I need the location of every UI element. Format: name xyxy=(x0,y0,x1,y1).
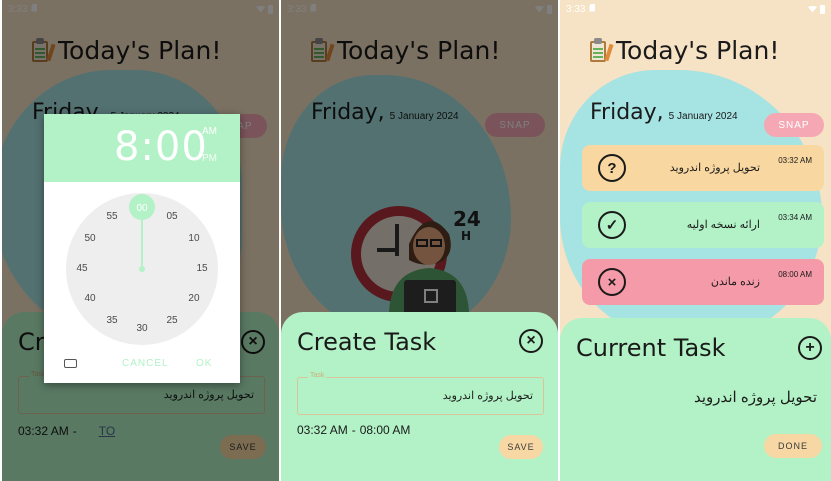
clock-face[interactable]: 00 05 10 15 20 25 30 35 40 45 50 55 xyxy=(66,193,218,345)
question-icon[interactable]: ? xyxy=(598,154,626,182)
task-input-value: تحویل پروژه اندروید xyxy=(442,390,533,402)
task-card[interactable]: × زنده ماندن 08:00 AM xyxy=(582,259,824,305)
close-circle-icon[interactable]: × xyxy=(519,329,543,353)
am-toggle[interactable]: AM xyxy=(202,126,217,137)
save-button[interactable]: SAVE xyxy=(499,435,543,459)
current-task-title: Current Task xyxy=(576,334,726,362)
task-name: زنده ماندن xyxy=(710,276,760,288)
task-name: تحویل پروژه اندروید xyxy=(669,162,760,174)
time-range: 03:32 AM - 08:00 AM xyxy=(297,423,410,437)
current-task-sheet: Current Task + تحویل پروژه اندروید DONE xyxy=(560,318,831,481)
ok-button[interactable]: OK xyxy=(196,358,212,369)
day-label: Friday, xyxy=(590,100,664,125)
time-separator: - xyxy=(351,423,356,437)
clock-number[interactable]: 50 xyxy=(80,232,100,246)
pm-toggle[interactable]: PM xyxy=(202,153,217,164)
end-time[interactable]: 08:00 AM xyxy=(360,423,411,437)
create-task-sheet: Create Task × Task تحویل پروژه اندروید 0… xyxy=(281,312,558,481)
date-label: 5 January 2024 xyxy=(668,111,738,122)
sd-card-icon xyxy=(589,3,596,12)
current-task-name: تحویل پروژه اندروید xyxy=(693,389,817,406)
clock-number[interactable]: 15 xyxy=(192,262,212,276)
clock-number[interactable]: 30 xyxy=(132,322,152,336)
task-card[interactable]: ✓ ارائه نسخه اولیه 03:34 AM xyxy=(582,202,824,248)
screen-create-task: 3:33 Today's Plan! Friday, 5 January 202… xyxy=(281,0,558,481)
add-circle-icon[interactable]: + xyxy=(798,336,822,360)
time-picker-header: 8:00 AM PM xyxy=(44,114,240,182)
clock-number[interactable]: 25 xyxy=(162,314,182,328)
task-name: ارائه نسخه اولیه xyxy=(686,219,760,231)
clock-number[interactable]: 55 xyxy=(102,210,122,224)
snap-button[interactable]: SNAP xyxy=(764,113,824,137)
check-icon[interactable]: ✓ xyxy=(598,211,626,239)
keyboard-icon[interactable] xyxy=(64,359,77,368)
clock-number[interactable]: 10 xyxy=(184,232,204,246)
task-time: 03:32 AM xyxy=(778,156,812,165)
screenshots-strip: 3:33 Today's Plan! Friday, 5 January 202… xyxy=(0,0,831,481)
clock-number[interactable]: 35 xyxy=(102,314,122,328)
wifi-icon xyxy=(808,5,817,13)
clock-number[interactable]: 05 xyxy=(162,210,182,224)
clock-number[interactable]: 45 xyxy=(72,262,92,276)
task-input[interactable]: Task تحویل پروژه اندروید xyxy=(297,372,544,415)
clock-center xyxy=(139,266,145,272)
clock-number[interactable]: 00 xyxy=(132,202,152,216)
create-task-title: Create Task xyxy=(297,328,437,356)
selected-time[interactable]: 8:00 xyxy=(114,124,208,170)
start-time[interactable]: 03:32 AM xyxy=(297,423,348,437)
clipboard-icon xyxy=(588,38,614,63)
task-time: 08:00 AM xyxy=(778,270,812,279)
task-card[interactable]: ? تحویل پروژه اندروید 03:32 AM xyxy=(582,145,824,191)
status-bar: 3:33 xyxy=(560,0,831,18)
task-time: 03:34 AM xyxy=(778,213,812,222)
screen-task-list: 3:33 Today's Plan! Friday, 5 January 202… xyxy=(560,0,831,481)
app-title: Today's Plan! xyxy=(616,36,780,65)
time-picker-dialog: 8:00 AM PM 00 05 10 15 20 25 30 35 40 45 50 55 CANC… xyxy=(44,114,240,383)
x-icon[interactable]: × xyxy=(598,268,626,296)
clock-number[interactable]: 40 xyxy=(80,292,100,306)
battery-icon xyxy=(820,4,825,14)
date-row: Friday, 5 January 2024 xyxy=(590,100,738,125)
status-time: 3:33 xyxy=(566,3,586,15)
clock-number[interactable]: 20 xyxy=(184,292,204,306)
screen-time-picker: 3:33 Today's Plan! Friday, 5 January 202… xyxy=(2,0,279,481)
done-button[interactable]: DONE xyxy=(764,434,822,458)
task-input-label: Task xyxy=(308,372,327,379)
app-header: Today's Plan! xyxy=(588,36,779,65)
cancel-button[interactable]: CANCEL xyxy=(122,358,169,369)
